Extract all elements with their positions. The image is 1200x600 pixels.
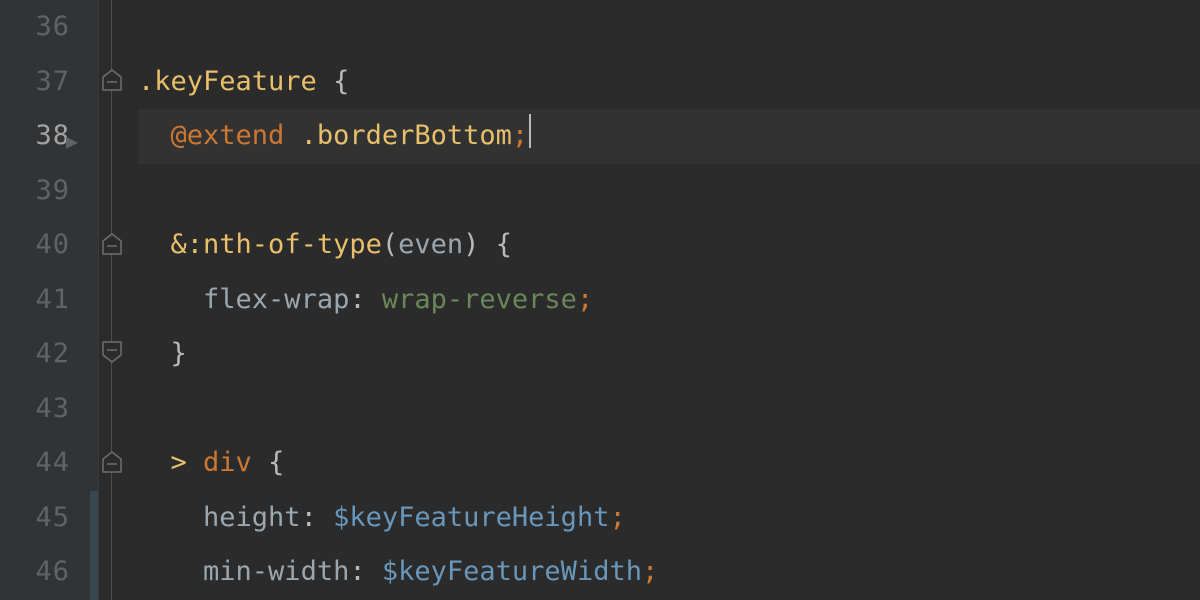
css-property: min-width <box>203 556 349 587</box>
selector: .keyFeature <box>138 66 317 97</box>
colon: : <box>349 556 365 587</box>
fold-toggle-icon[interactable] <box>102 234 122 254</box>
line-number[interactable]: 43 <box>0 382 70 437</box>
line-number[interactable]: 46 <box>0 545 70 600</box>
brace-close: } <box>171 338 187 369</box>
brace-open: { <box>268 447 284 478</box>
fold-toggle-icon[interactable] <box>102 452 122 472</box>
combinator: > <box>171 447 187 478</box>
semicolon: ; <box>609 502 625 533</box>
code-line[interactable] <box>138 0 1200 55</box>
line-number[interactable]: 37 <box>0 55 70 110</box>
code-line[interactable]: .keyFeature { <box>138 55 1200 110</box>
tag-selector: div <box>203 447 252 478</box>
code-editor: 36 37 38 39 40 41 42 43 44 45 46 ▶ .keyF… <box>0 0 1200 600</box>
vcs-change-marker[interactable] <box>90 491 98 600</box>
parent-selector: & <box>171 229 187 260</box>
semicolon: ; <box>642 556 658 587</box>
semicolon: ; <box>512 120 528 151</box>
pseudo-class: :nth-of-type <box>187 229 382 260</box>
paren-close: ) <box>463 229 479 260</box>
semicolon: ; <box>577 284 593 315</box>
css-property: flex-wrap <box>203 284 349 315</box>
scss-variable: $keyFeatureHeight <box>333 502 609 533</box>
line-number[interactable]: 39 <box>0 164 70 219</box>
colon: : <box>301 502 317 533</box>
css-property: height <box>203 502 301 533</box>
brace-open: { <box>496 229 512 260</box>
text-cursor <box>529 114 531 148</box>
line-number[interactable]: 36 <box>0 0 70 55</box>
scss-variable: $keyFeatureWidth <box>382 556 642 587</box>
line-number-current[interactable]: 38 <box>0 109 70 164</box>
at-rule: @extend <box>171 120 285 151</box>
extend-target: .borderBottom <box>301 120 512 151</box>
line-number[interactable]: 42 <box>0 327 70 382</box>
line-number[interactable]: 44 <box>0 436 70 491</box>
gutter-arrow-icon[interactable]: ▶ <box>66 114 79 169</box>
code-line[interactable]: > div { <box>138 436 1200 491</box>
line-number[interactable]: 45 <box>0 491 70 546</box>
line-number-gutter[interactable]: 36 37 38 39 40 41 42 43 44 45 46 ▶ <box>0 0 98 600</box>
code-line[interactable]: } <box>138 327 1200 382</box>
code-line[interactable] <box>138 382 1200 437</box>
fold-toggle-icon[interactable] <box>102 70 122 90</box>
line-number[interactable]: 40 <box>0 218 70 273</box>
fold-close-icon[interactable] <box>102 342 122 362</box>
fold-column <box>98 0 138 600</box>
code-line[interactable]: flex-wrap: wrap-reverse; <box>138 273 1200 328</box>
code-line[interactable] <box>138 164 1200 219</box>
brace-open: { <box>333 66 349 97</box>
code-area[interactable]: .keyFeature { @extend .borderBottom; &:n… <box>138 0 1200 600</box>
pseudo-arg: even <box>398 229 463 260</box>
css-value: wrap-reverse <box>382 284 577 315</box>
code-line[interactable]: height: $keyFeatureHeight; <box>138 491 1200 546</box>
line-number[interactable]: 41 <box>0 273 70 328</box>
paren-open: ( <box>382 229 398 260</box>
code-line[interactable]: &:nth-of-type(even) { <box>138 218 1200 273</box>
colon: : <box>349 284 365 315</box>
code-line-current[interactable]: @extend .borderBottom; <box>138 109 1200 164</box>
code-line[interactable]: min-width: $keyFeatureWidth; <box>138 545 1200 600</box>
